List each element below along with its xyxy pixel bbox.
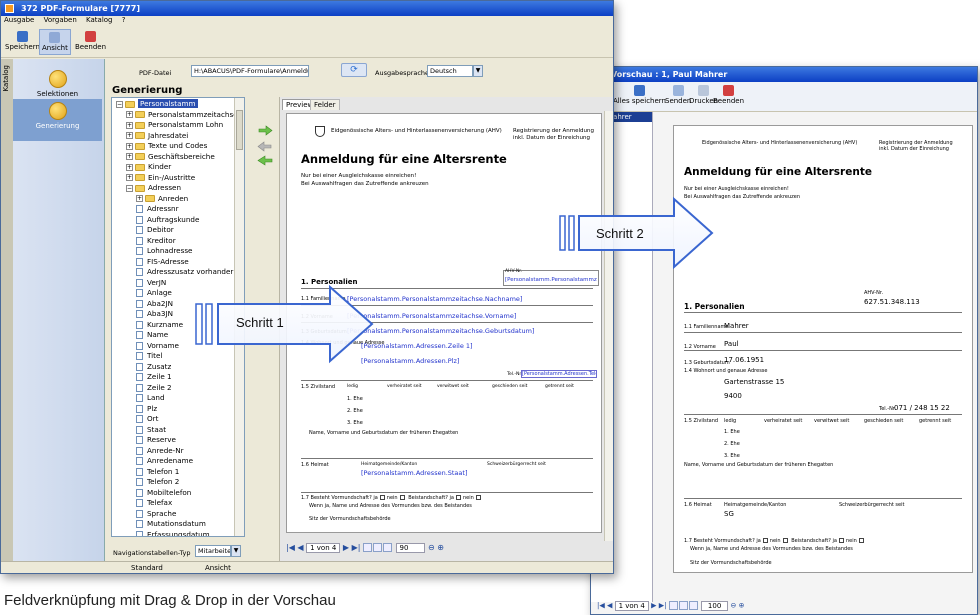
drag-arrow-schritt1: [195, 196, 714, 364]
schritt2-label: Schritt 2: [596, 226, 644, 241]
screenshot-stage: { "left_window":{ "title":"372 PDF-Formu…: [0, 0, 980, 615]
schritt1-label: Schritt 1: [236, 315, 284, 330]
caption: Feldverknüpfung mit Drag & Drop in der V…: [4, 592, 336, 609]
